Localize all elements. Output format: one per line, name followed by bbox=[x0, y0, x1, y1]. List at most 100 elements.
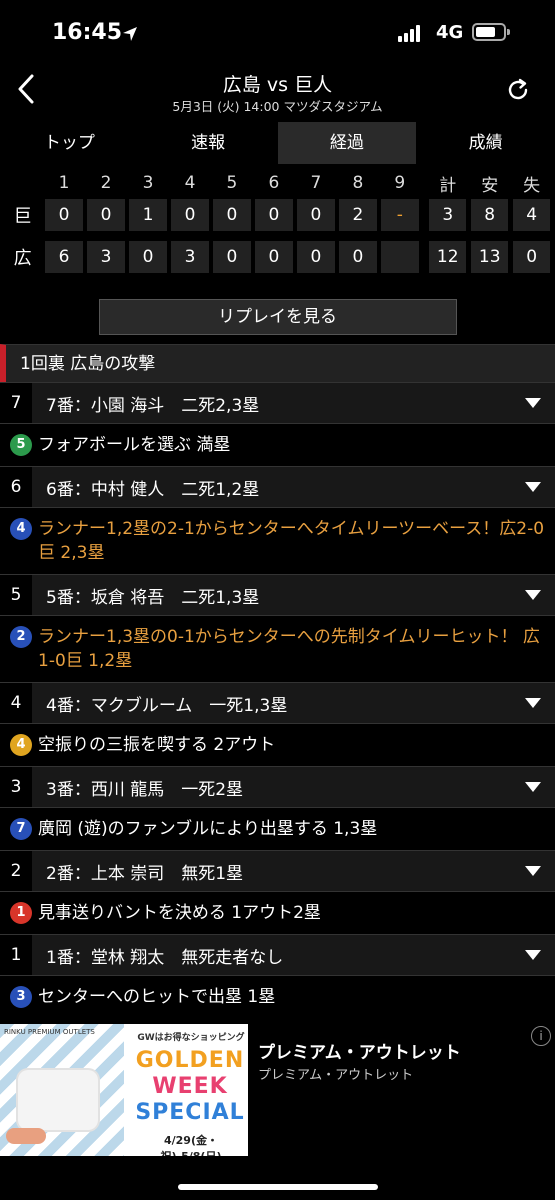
play-row: 1 見事送りバントを決める 1アウト2塁 bbox=[0, 891, 555, 934]
ad-banner[interactable]: RINKU PREMIUM OUTLETS GWはお得なショッピング GOLDE… bbox=[0, 1024, 555, 1160]
play-description: 見事送りバントを決める 1アウト2塁 bbox=[38, 903, 321, 923]
ad-tagline: GWはお得なショッピング bbox=[137, 1033, 245, 1043]
play-row: 2 ランナー1,3塁の0-1からセンターへの先制タイムリーヒット！ 広1-0巨 … bbox=[0, 615, 555, 682]
inning-header: 5 bbox=[226, 173, 238, 193]
inning-score: 3 bbox=[87, 241, 125, 273]
inning-score: 1 bbox=[129, 199, 167, 231]
batter-row[interactable]: 2 2番：上本 崇司 無死1塁 bbox=[0, 850, 555, 891]
total-runs: 3 bbox=[429, 199, 467, 231]
nav-bar: 広島 vs 巨人 5月3日 (火) 14:00 マツダスタジアム bbox=[0, 66, 555, 116]
pitch-count-badge: 2 bbox=[10, 626, 32, 648]
inning-header: 7 bbox=[310, 173, 322, 193]
pitch-count-badge: 4 bbox=[10, 734, 32, 756]
batter-label: 5番：坂倉 将吾 二死1,3塁 bbox=[46, 587, 260, 608]
scoreboard-row-home: 広 6 3 0 3 0 0 0 0 12 13 0 bbox=[0, 238, 555, 276]
play-row: 4 ランナー1,2塁の2-1からセンターへタイムリーツーベース！広2-0巨 2,… bbox=[0, 507, 555, 574]
scoreboard-header-row: 1 2 3 4 5 6 7 8 9 計 安 失 bbox=[0, 170, 555, 196]
expand-caret-icon[interactable] bbox=[525, 950, 541, 960]
batter-label: 7番：小園 海斗 二死2,3塁 bbox=[46, 395, 260, 416]
inning-score: 0 bbox=[45, 199, 83, 231]
inning-score: 0 bbox=[297, 199, 335, 231]
batter-row[interactable]: 3 3番：西川 龍馬 一死2塁 bbox=[0, 766, 555, 807]
total-runs-header: 計 bbox=[439, 175, 457, 196]
batter-row[interactable]: 4 4番：マクブルーム 一死1,3塁 bbox=[0, 682, 555, 723]
inning-header: 9 bbox=[394, 173, 406, 193]
batting-order: 2 bbox=[10, 861, 22, 881]
batter-row[interactable]: 6 6番：中村 健人 二死1,2塁 bbox=[0, 466, 555, 507]
pitch-count-badge: 5 bbox=[10, 434, 32, 456]
expand-caret-icon[interactable] bbox=[525, 698, 541, 708]
inning-header: 6 bbox=[268, 173, 280, 193]
batter-row[interactable]: 1 1番：堂林 翔太 無死走者なし bbox=[0, 934, 555, 975]
ad-clothing-image bbox=[18, 1070, 98, 1130]
pitch-count-badge: 3 bbox=[10, 986, 32, 1008]
ad-image[interactable]: RINKU PREMIUM OUTLETS GWはお得なショッピング GOLDE… bbox=[0, 1024, 248, 1156]
inning-score: 0 bbox=[171, 199, 209, 231]
inning-score: 0 bbox=[255, 241, 293, 273]
play-description: センターへのヒットで出塁 1塁 bbox=[38, 987, 276, 1007]
battery-tip bbox=[507, 29, 510, 35]
play-row: 7 廣岡 (遊)のファンブルにより出塁する 1,3塁 bbox=[0, 807, 555, 850]
expand-caret-icon[interactable] bbox=[525, 482, 541, 492]
signal-icon bbox=[398, 24, 420, 42]
pitch-count-badge: 4 bbox=[10, 518, 32, 540]
team-name: 巨 bbox=[13, 206, 32, 227]
total-errors: 4 bbox=[512, 199, 551, 231]
network-type: 4G bbox=[436, 22, 464, 43]
batting-order: 7 bbox=[10, 393, 22, 413]
inning-header: 8 bbox=[352, 173, 364, 193]
battery-icon bbox=[472, 23, 506, 41]
tab-stats[interactable]: 成績 bbox=[416, 122, 555, 164]
pitch-count-badge: 1 bbox=[10, 902, 32, 924]
ad-info-icon[interactable]: i bbox=[531, 1026, 551, 1046]
inning-score: 2 bbox=[339, 199, 377, 231]
ad-title[interactable]: プレミアム・アウトレット bbox=[258, 1038, 461, 1063]
expand-caret-icon[interactable] bbox=[525, 398, 541, 408]
hits-header: 安 bbox=[481, 175, 499, 196]
home-indicator bbox=[178, 1184, 378, 1190]
ad-headline-3: SPECIAL bbox=[135, 1100, 245, 1125]
reload-icon[interactable] bbox=[506, 78, 530, 102]
location-arrow-icon bbox=[123, 27, 137, 41]
clock: 16:45 bbox=[52, 20, 123, 45]
ad-dates: 4/29(金・祝)-5/8(日) bbox=[161, 1134, 222, 1156]
expand-caret-icon[interactable] bbox=[525, 590, 541, 600]
inning-header: 4 bbox=[184, 173, 196, 193]
expand-caret-icon[interactable] bbox=[525, 866, 541, 876]
tab-progress[interactable]: 経過 bbox=[277, 122, 417, 164]
play-description: ランナー1,2塁の2-1からセンターへタイムリーツーベース！広2-0巨 2,3塁 bbox=[38, 519, 545, 563]
play-description: フォアボールを選ぶ 満塁 bbox=[38, 435, 231, 455]
inning-score: 0 bbox=[129, 241, 167, 273]
inning-score: 0 bbox=[213, 241, 251, 273]
match-info: 5月3日 (火) 14:00 マツダスタジアム bbox=[172, 99, 383, 114]
batter-row[interactable]: 5 5番：坂倉 将吾 二死1,3塁 bbox=[0, 574, 555, 615]
batter-label: 3番：西川 龍馬 一死2塁 bbox=[46, 779, 244, 800]
expand-caret-icon[interactable] bbox=[525, 782, 541, 792]
total-runs: 12 bbox=[429, 241, 467, 273]
play-row: 3 センターへのヒットで出塁 1塁 bbox=[0, 975, 555, 1018]
team-name: 広 bbox=[13, 248, 32, 269]
batter-row[interactable]: 7 7番：小園 海斗 二死2,3塁 bbox=[0, 382, 555, 423]
batting-order: 6 bbox=[10, 477, 22, 497]
batting-order: 1 bbox=[10, 945, 22, 965]
replay-button[interactable]: リプレイを見る bbox=[98, 299, 457, 335]
inning-score bbox=[381, 241, 419, 273]
play-row: 4 空振りの三振を喫する 2アウト bbox=[0, 723, 555, 766]
play-description: 廣岡 (遊)のファンブルにより出塁する 1,3塁 bbox=[38, 819, 378, 839]
inning-header-bar: 1回裏 広島の攻撃 bbox=[0, 344, 555, 382]
status-bar: 16:45 4G bbox=[0, 0, 555, 66]
total-errors: 0 bbox=[512, 241, 551, 273]
batter-label: 6番：中村 健人 二死1,2塁 bbox=[46, 479, 260, 500]
inning-score: 0 bbox=[87, 199, 125, 231]
tab-live[interactable]: 速報 bbox=[139, 122, 278, 164]
play-row: 5 フォアボールを選ぶ 満塁 bbox=[0, 423, 555, 466]
inning-score: 0 bbox=[255, 199, 293, 231]
play-description: 空振りの三振を喫する 2アウト bbox=[38, 735, 276, 755]
ad-headline-2: WEEK bbox=[152, 1074, 228, 1099]
batter-label: 4番：マクブルーム 一死1,3塁 bbox=[46, 695, 288, 716]
ad-brand-logo: RINKU PREMIUM OUTLETS bbox=[4, 1028, 95, 1036]
batting-order: 3 bbox=[10, 777, 22, 797]
inning-score: 0 bbox=[213, 199, 251, 231]
tab-bar: トップ 速報 経過 成績 bbox=[0, 122, 555, 164]
tab-top[interactable]: トップ bbox=[0, 122, 139, 164]
